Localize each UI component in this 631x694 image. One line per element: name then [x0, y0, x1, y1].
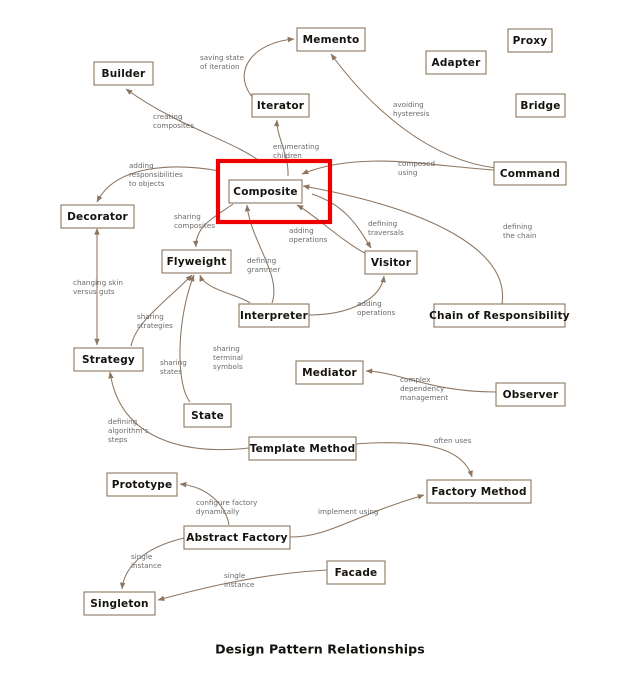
node-iterator[interactable]: Iterator [251, 93, 310, 118]
node-builder[interactable]: Builder [93, 61, 154, 86]
node-command[interactable]: Command [493, 161, 567, 186]
node-abstractfactory[interactable]: Abstract Factory [183, 525, 291, 550]
edge-interpreter-to-composite [244, 204, 275, 304]
edge-abstractfactory-to-factorymethod [289, 494, 425, 538]
edge-label-l-defining-chain: defining the chain [503, 222, 537, 240]
edge-label-l-sharing-terminal: sharing terminal symbols [213, 344, 243, 371]
node-label-iterator: Iterator [257, 100, 305, 112]
edge-label-l-sharing-composites: sharing composites [174, 212, 215, 230]
edge-label-l-sharing-strategies: sharing strategies [137, 312, 173, 330]
node-composite[interactable]: Composite [228, 179, 303, 204]
diagram-canvas: saving state of iteration creating composit… [60, 27, 570, 657]
edge-label-l-adding-operations-1: adding operations [289, 226, 328, 244]
edge-label-l-saving-state: saving state of iteration [200, 53, 245, 71]
node-label-observer: Observer [503, 389, 559, 401]
node-label-memento: Memento [303, 34, 360, 46]
edge-label-l-changing-skin: changing skin versus guts [73, 278, 123, 296]
edge-template-to-factorymethod [355, 442, 473, 478]
node-mediator[interactable]: Mediator [295, 360, 364, 385]
node-visitor[interactable]: Visitor [364, 250, 418, 275]
edge-label-l-defining-algorithms: defining algorithm's steps [108, 417, 149, 444]
edge-label-l-single-instance-1: single instance [131, 552, 162, 570]
node-proxy[interactable]: Proxy [507, 28, 553, 53]
edge-label-l-single-instance-2: single instance [224, 571, 255, 589]
node-label-chain: Chain of Responsibility [429, 310, 570, 322]
node-chain[interactable]: Chain of Responsibility [429, 303, 570, 328]
edge-label-l-complex-dependency: complex dependency management [400, 375, 448, 402]
node-singleton[interactable]: Singleton [83, 591, 156, 616]
node-observer[interactable]: Observer [495, 382, 566, 407]
node-label-abstractfactory: Abstract Factory [186, 532, 287, 544]
node-decorator[interactable]: Decorator [60, 204, 135, 229]
edge-label-l-enumerating: enumerating children [273, 142, 319, 160]
node-template[interactable]: Template Method [248, 436, 357, 461]
node-label-composite: Composite [233, 186, 297, 198]
node-label-singleton: Singleton [90, 598, 148, 610]
node-flyweight[interactable]: Flyweight [161, 249, 232, 274]
edge-label-l-composed-using: composed using [398, 159, 435, 177]
node-label-strategy: Strategy [82, 354, 135, 366]
node-label-flyweight: Flyweight [167, 256, 227, 268]
edge-interpreter-to-flyweight [199, 274, 251, 304]
edge-label-l-adding-resp: adding responsibilities to objects [129, 161, 183, 188]
node-bridge[interactable]: Bridge [515, 93, 566, 118]
node-label-proxy: Proxy [513, 35, 548, 47]
node-label-visitor: Visitor [371, 257, 412, 269]
node-label-interpreter: Interpreter [240, 310, 309, 322]
node-label-adapter: Adapter [432, 57, 482, 69]
node-label-mediator: Mediator [302, 367, 357, 379]
node-label-factorymethod: Factory Method [431, 486, 526, 498]
edge-label-l-adding-operations-2: adding operations [357, 299, 396, 317]
node-state[interactable]: State [183, 403, 232, 428]
node-factorymethod[interactable]: Factory Method [426, 479, 532, 504]
edge-strategy-to-flyweight [130, 274, 193, 347]
node-facade[interactable]: Facade [326, 560, 386, 585]
node-label-bridge: Bridge [520, 100, 560, 112]
node-interpreter[interactable]: Interpreter [238, 303, 310, 328]
edge-label-l-defining-grammer: defining grammer [247, 256, 280, 274]
node-label-template: Template Method [250, 443, 356, 455]
edge-label-l-defining-traversals: defining traversals [368, 219, 404, 237]
node-memento[interactable]: Memento [296, 27, 366, 52]
diagram-title: Design Pattern Relationships [215, 642, 425, 657]
node-label-builder: Builder [102, 68, 147, 80]
edge-label-l-creating-composites: creating composites [153, 112, 194, 130]
edge-state-to-flyweight [179, 274, 195, 403]
edge-label-l-implement-using: implement using [318, 507, 378, 516]
edge-label-l-often-uses: often uses [434, 436, 472, 445]
node-label-facade: Facade [335, 567, 378, 579]
edge-label-l-sharing-states: sharing states [160, 358, 187, 376]
node-label-decorator: Decorator [67, 211, 128, 223]
node-strategy[interactable]: Strategy [73, 347, 144, 372]
node-label-state: State [191, 410, 224, 422]
node-adapter[interactable]: Adapter [425, 50, 487, 75]
design-pattern-diagram: saving state of iteration creating composit… [0, 0, 631, 694]
node-label-command: Command [500, 168, 560, 180]
edge-iterator-to-memento [243, 36, 295, 99]
edge-label-l-avoiding: avoiding hysteresis [393, 100, 430, 118]
edge-label-l-configure-factory: configure factory dynamically [196, 498, 258, 516]
node-prototype[interactable]: Prototype [106, 472, 178, 497]
node-label-prototype: Prototype [112, 479, 173, 491]
